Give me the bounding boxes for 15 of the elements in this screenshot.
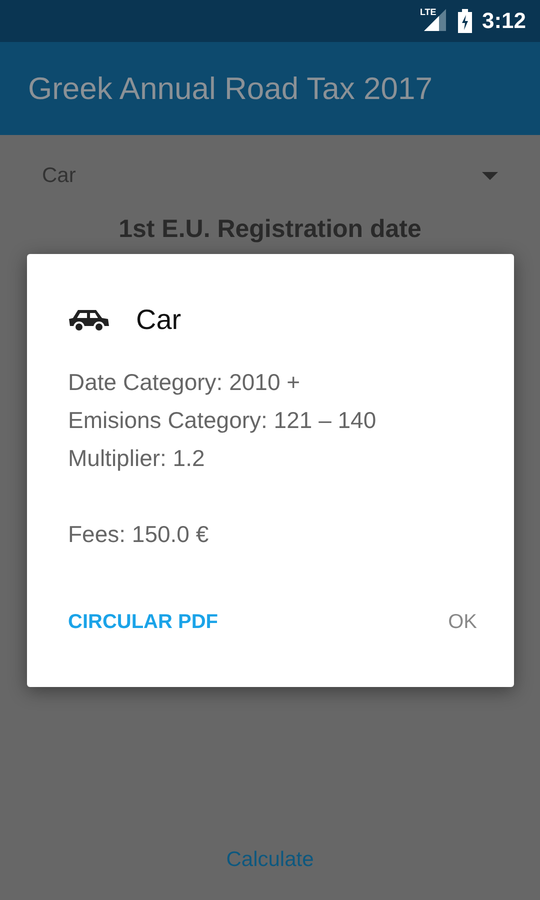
clock-time: 3:12 — [482, 8, 526, 34]
signal-icon — [422, 9, 448, 33]
fees-text: Fees: 150.0 € — [68, 521, 210, 547]
car-icon — [68, 308, 110, 332]
network-type: LTE — [420, 7, 436, 17]
battery-charging-icon — [458, 9, 472, 33]
info-line: Multiplier: 1.2 — [68, 445, 206, 471]
pdf-button[interactable]: CIRCULAR PDF — [60, 603, 226, 642]
info-line: Emisions Category: 121 – 140 — [68, 407, 378, 433]
dropdown-arrow-icon — [482, 172, 498, 180]
section-heading: 1st E.U. Registration date — [118, 215, 422, 244]
info-line: Date Category: 2010 + — [68, 369, 302, 395]
ok-button[interactable]: OK — [440, 603, 485, 642]
dialog-title: Car — [136, 304, 182, 336]
app-title: Greek Annual Road Tax 2017 — [28, 70, 432, 106]
